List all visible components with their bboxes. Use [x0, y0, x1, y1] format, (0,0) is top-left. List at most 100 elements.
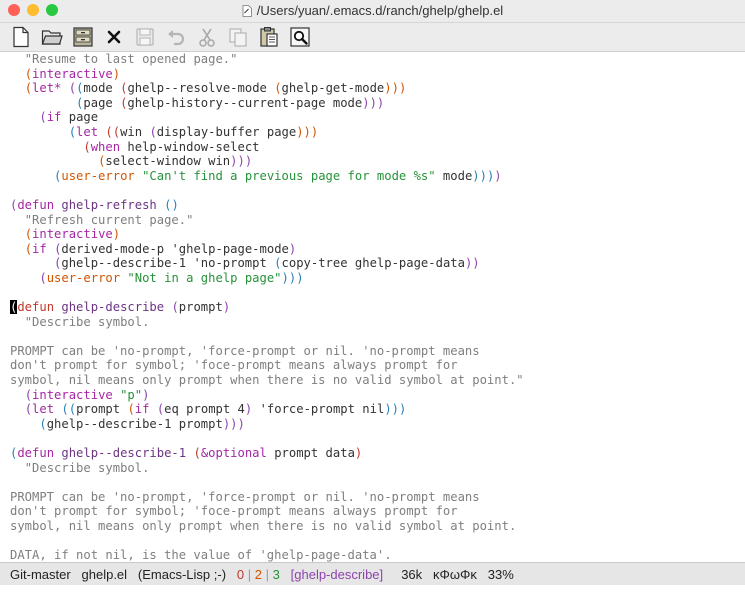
code-token: ghelp--resolve-mode — [127, 81, 275, 96]
code-line: don't prompt for symbol; 'foce-prompt me… — [10, 358, 745, 373]
code-token: ))) — [230, 154, 253, 169]
code-token: ( — [193, 446, 201, 461]
code-token: ) — [354, 446, 363, 461]
code-token: let — [32, 402, 55, 417]
code-line: don't prompt for symbol; 'foce-prompt me… — [10, 504, 745, 519]
code-token: ( — [83, 139, 91, 154]
code-line: "Describe symbol. — [10, 461, 745, 476]
new-file-button[interactable] — [8, 25, 33, 49]
major-mode[interactable]: (Emacs-Lisp ;-) — [138, 567, 226, 582]
copy-button[interactable] — [225, 25, 250, 49]
kill-buffer-button[interactable] — [101, 25, 126, 49]
code-token: ghelp-history--current-page mode — [127, 95, 363, 110]
echo-area[interactable] — [0, 585, 745, 600]
code-token: display-buffer page — [156, 124, 297, 139]
code-token: ( — [68, 124, 77, 139]
code-token: page — [83, 95, 121, 110]
title-bar: /Users/yuan/.emacs.d/ranch/ghelp/ghelp.e… — [0, 0, 745, 23]
code-token: "Describe symbol. — [24, 314, 150, 329]
open-file-button[interactable] — [39, 25, 64, 49]
buffer-name[interactable]: ghelp.el — [82, 567, 128, 582]
code-token: let — [76, 124, 99, 139]
flycheck-errors[interactable]: 0 — [237, 567, 244, 582]
undo-button[interactable] — [163, 25, 188, 49]
code-line: (interactive) — [10, 227, 745, 242]
code-token: ( — [24, 227, 33, 242]
code-token: help-window-select — [120, 139, 260, 154]
code-token: ghelp-refresh — [61, 197, 157, 212]
code-line: DATA, if not nil, is the value of 'ghelp… — [10, 548, 745, 562]
code-token: if — [32, 241, 47, 256]
code-token: ghelp-get-mode — [281, 81, 385, 96]
code-token: ghelp--describe-1 prompt — [46, 416, 223, 431]
code-token: defun — [17, 197, 55, 212]
code-line: (defun ghelp-describe (prompt) — [10, 300, 745, 315]
open-folder-icon — [41, 30, 63, 45]
code-token: () — [164, 197, 179, 212]
search-button[interactable] — [287, 25, 312, 49]
code-token: interactive — [32, 227, 113, 242]
code-token: "Resume to last opened page." — [24, 52, 238, 66]
paste-button[interactable] — [256, 25, 281, 49]
code-token: ( — [24, 66, 33, 81]
which-function: [ghelp-describe] — [290, 566, 384, 582]
code-token: ) — [142, 387, 150, 402]
code-token: PROMPT can be 'no-prompt, 'force-prompt … — [10, 343, 480, 358]
code-token: ))) — [472, 168, 495, 183]
code-token: ( — [24, 241, 33, 256]
code-token: defun — [17, 300, 55, 315]
code-token: user-error — [46, 270, 121, 285]
code-token: (( — [105, 124, 121, 139]
code-line: "Describe symbol. — [10, 315, 745, 330]
code-token: if — [134, 402, 150, 417]
flycheck-warnings[interactable]: 2 — [255, 567, 262, 582]
emacs-window: /Users/yuan/.emacs.d/ranch/ghelp/ghelp.e… — [0, 0, 745, 600]
toolbar — [0, 23, 745, 52]
code-token: ghelp-describe — [61, 300, 165, 315]
cut-button[interactable] — [194, 25, 219, 49]
code-token: "p" — [120, 387, 143, 402]
code-token: defun — [17, 446, 55, 461]
code-token: ) — [112, 227, 121, 242]
code-token: "Describe symbol. — [24, 460, 150, 475]
dired-button[interactable] — [70, 25, 95, 49]
code-token: ( — [274, 81, 282, 96]
code-editor[interactable]: "Resume to last opened page." (interacti… — [0, 52, 745, 562]
code-token: ( — [24, 387, 33, 402]
copy-icon — [228, 28, 247, 47]
code-line: symbol, nil means only prompt when there… — [10, 373, 745, 388]
window-title-container: /Users/yuan/.emacs.d/ranch/ghelp/ghelp.e… — [0, 3, 745, 18]
dired-icon — [72, 27, 93, 47]
code-token: ))) — [362, 95, 385, 110]
save-button[interactable] — [132, 25, 157, 49]
git-branch[interactable]: Git-master — [10, 567, 71, 582]
code-token: don't prompt for symbol; 'foce-prompt me… — [10, 504, 458, 519]
code-line: symbol, nil means only prompt when there… — [10, 519, 745, 534]
mode-line: Git-master ghelp.el (Emacs-Lisp ;-) 0 | … — [0, 562, 745, 586]
code-token: ))) — [384, 402, 407, 417]
code-token: let* — [32, 81, 62, 96]
close-buffer-icon — [107, 30, 120, 44]
code-token: user-error — [61, 168, 135, 183]
code-line: "Refresh current page." — [10, 213, 745, 228]
flycheck-infos[interactable]: 3 — [273, 567, 280, 582]
code-token: ( — [39, 110, 47, 125]
code-line: (interactive "p") — [10, 388, 745, 403]
